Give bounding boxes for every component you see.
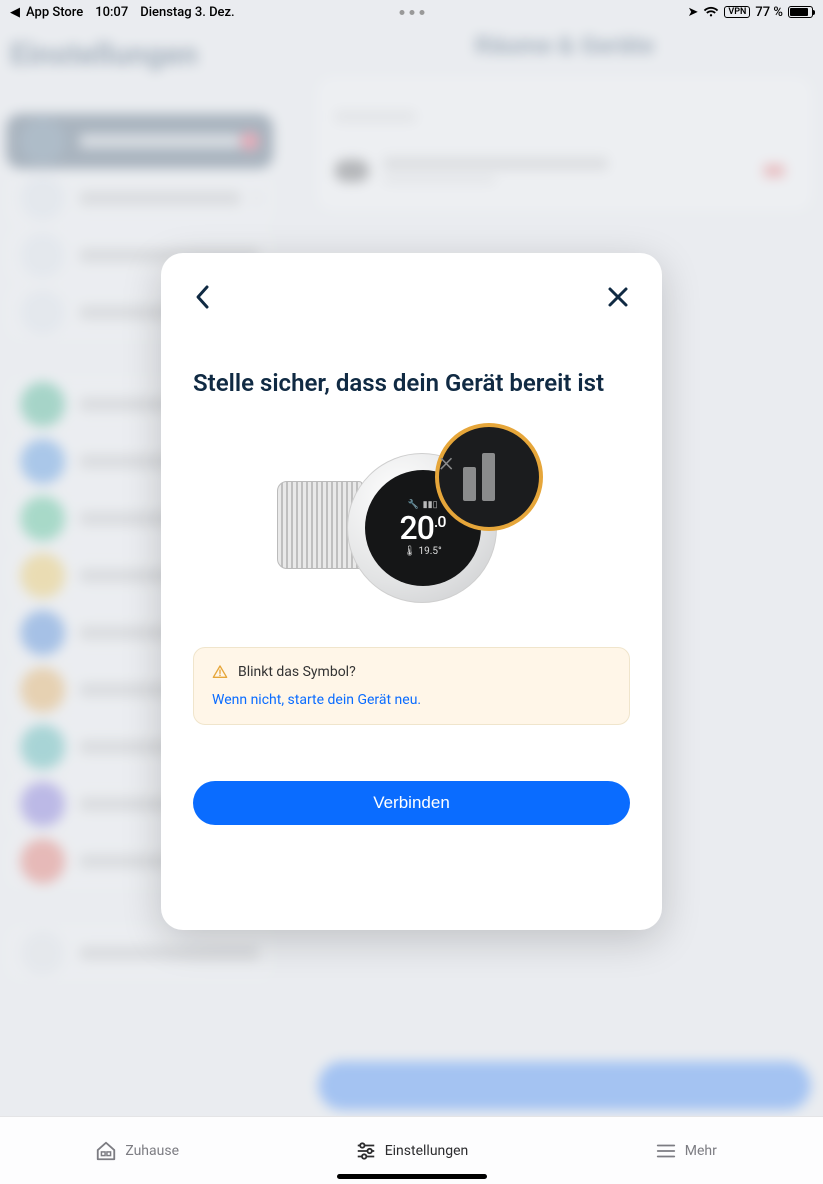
- device-ready-modal: Stelle sicher, dass dein Gerät bereit is…: [161, 253, 662, 930]
- hint-restart-link[interactable]: Wenn nicht, starte dein Gerät neu.: [212, 692, 611, 708]
- device-illustration: 🔧▮▮▯ 20.0 🌡 19.5° ×: [277, 423, 547, 623]
- tab-more[interactable]: Mehr: [549, 1117, 823, 1184]
- location-icon: ➤: [688, 5, 699, 20]
- warning-icon: [212, 664, 228, 680]
- back-app-label[interactable]: App Store: [26, 5, 83, 20]
- back-caret-icon[interactable]: ◀: [10, 5, 20, 20]
- status-date: Dienstag 3. Dez.: [140, 5, 234, 20]
- tab-home[interactable]: Zuhause: [0, 1117, 274, 1184]
- hint-box: Blinkt das Symbol? Wenn nicht, starte de…: [193, 647, 630, 725]
- wifi-icon: [703, 6, 719, 18]
- modal-heading: Stelle sicher, dass dein Gerät bereit is…: [193, 367, 630, 399]
- hint-question: Blinkt das Symbol?: [238, 664, 356, 680]
- close-icon[interactable]: [606, 285, 630, 309]
- battery-icon: [788, 6, 813, 18]
- vpn-badge: VPN: [724, 6, 750, 18]
- home-icon: [95, 1140, 117, 1162]
- back-icon[interactable]: [193, 283, 213, 311]
- status-bar: ◀ App Store 10:07 Dienstag 3. Dez. ➤ VPN…: [0, 0, 823, 24]
- device-temp-main: 20: [400, 512, 434, 544]
- status-time: 10:07: [95, 5, 128, 20]
- battery-pct: 77 %: [755, 5, 783, 20]
- tab-more-label: Mehr: [685, 1143, 717, 1159]
- tab-settings-label: Einstellungen: [385, 1143, 469, 1159]
- signal-blink-icon: ×: [435, 423, 543, 531]
- menu-icon: [655, 1140, 677, 1162]
- connect-button[interactable]: Verbinden: [193, 781, 630, 825]
- sliders-icon: [355, 1140, 377, 1162]
- tab-home-label: Zuhause: [125, 1143, 179, 1159]
- device-temp-sub: 19.5°: [418, 546, 441, 557]
- home-indicator[interactable]: [337, 1174, 487, 1179]
- device-temp-dec: .0: [434, 514, 446, 530]
- multitask-dots-icon[interactable]: [399, 10, 424, 15]
